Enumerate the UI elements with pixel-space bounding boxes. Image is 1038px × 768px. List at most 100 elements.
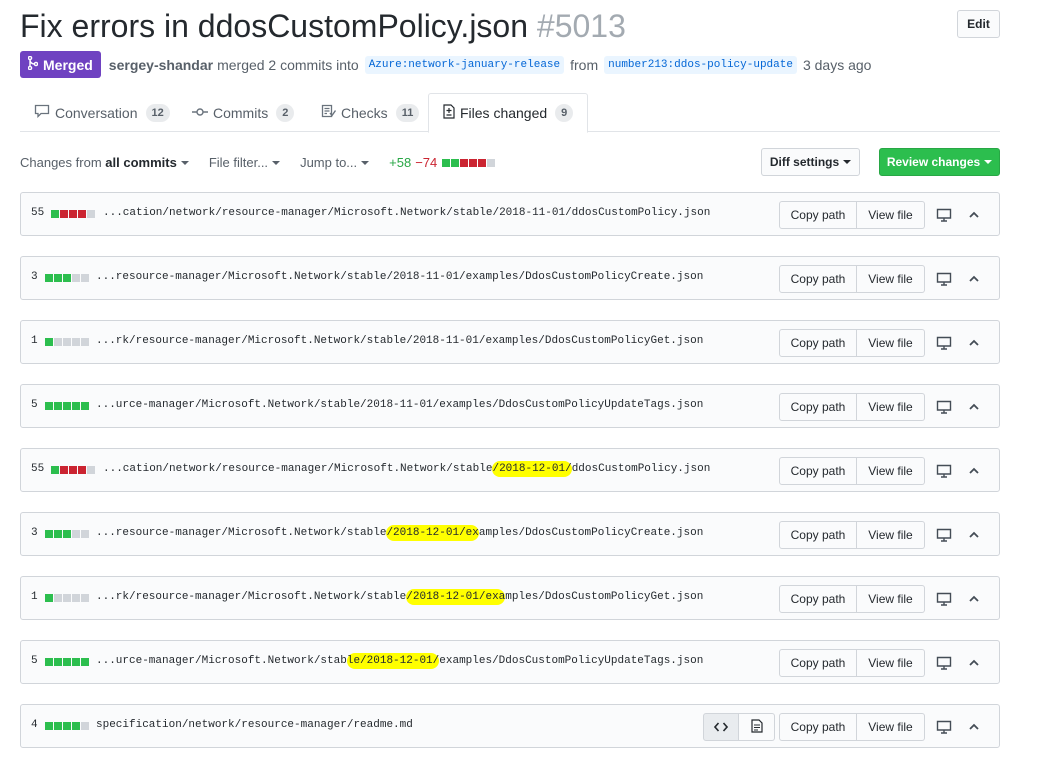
copy-path-button[interactable]: Copy path	[779, 329, 857, 357]
chevron-up-icon[interactable]	[966, 463, 982, 479]
file-path[interactable]: specification/network/resource-manager/r…	[96, 719, 413, 731]
copy-path-button[interactable]: Copy path	[779, 265, 857, 293]
monitor-icon[interactable]	[936, 655, 952, 671]
chevron-up-icon[interactable]	[966, 207, 982, 223]
view-file-button[interactable]: View file	[857, 585, 925, 613]
rich-diff-button[interactable]	[739, 713, 775, 741]
review-changes-button[interactable]: Review changes	[879, 148, 1000, 176]
monitor-icon[interactable]	[936, 591, 952, 607]
file-actions: Copy path View file	[779, 521, 925, 549]
pr-tabs: Conversation 12 Commits 2 Checks 11 File…	[20, 93, 1000, 133]
file-path[interactable]: ...urce-manager/Microsoft.Network/stable…	[96, 399, 703, 411]
view-file-button[interactable]: View file	[857, 329, 925, 357]
file-path-text-end: examples/DdosCustomPolicyUpdateTags.json	[439, 655, 704, 667]
file-path-highlight: /2018-12-01/exa	[406, 589, 506, 605]
tab-commits[interactable]: Commits 2	[178, 93, 308, 132]
view-file-button[interactable]: View file	[857, 265, 925, 293]
file-path[interactable]: ...rk/resource-manager/Microsoft.Network…	[96, 589, 704, 605]
tab-conversation[interactable]: Conversation 12	[20, 93, 184, 132]
copy-path-button[interactable]: Copy path	[779, 585, 857, 613]
file-diff-stat-bar	[45, 274, 90, 282]
file-diff-stat-bar	[45, 338, 90, 346]
diff-settings-label: Diff settings	[769, 155, 840, 169]
tab-files-changed-label: Files changed	[460, 105, 548, 121]
file-actions: Copy path View file	[779, 265, 925, 293]
file-path[interactable]: ...urce-manager/Microsoft.Network/stable…	[96, 653, 704, 669]
file-path[interactable]: ...cation/network/resource-manager/Micro…	[103, 461, 710, 477]
file-path-highlight: le/2018-12-01/	[346, 653, 440, 669]
view-file-button[interactable]: View file	[857, 521, 925, 549]
file-diff-stat-bar	[45, 402, 90, 410]
merge-action-text: merged 2 commits into	[217, 56, 359, 73]
chevron-up-icon[interactable]	[966, 719, 982, 735]
monitor-icon[interactable]	[936, 719, 952, 735]
view-file-button[interactable]: View file	[857, 457, 925, 485]
changes-from-value: all commits	[105, 154, 177, 170]
author-link[interactable]: sergey-shandar	[109, 57, 213, 73]
monitor-icon[interactable]	[936, 463, 952, 479]
head-branch[interactable]: number213:ddos-policy-update	[604, 55, 797, 74]
file-path-text: ...urce-manager/Microsoft.Network/stable…	[96, 399, 704, 411]
copy-path-button[interactable]: Copy path	[779, 457, 857, 485]
file-actions: Copy path View file	[779, 329, 925, 357]
file-diff-stat-bar	[45, 530, 90, 538]
view-file-button[interactable]: View file	[857, 201, 925, 229]
git-merge-icon	[27, 55, 39, 73]
chevron-up-icon[interactable]	[966, 591, 982, 607]
chevron-up-icon[interactable]	[966, 399, 982, 415]
tab-conversation-label: Conversation	[55, 104, 138, 121]
diff-settings-button[interactable]: Diff settings	[761, 148, 860, 176]
checklist-icon	[321, 104, 337, 121]
edit-button[interactable]: Edit	[957, 10, 1000, 38]
copy-path-button[interactable]: Copy path	[779, 649, 857, 677]
file-path-text: ...rk/resource-manager/Microsoft.Network…	[96, 335, 704, 347]
view-file-button[interactable]: View file	[857, 713, 925, 741]
pr-title: Fix errors in ddosCustomPolicy.json #501…	[20, 6, 1000, 46]
copy-path-button[interactable]: Copy path	[779, 201, 857, 229]
tab-checks[interactable]: Checks 11	[307, 93, 433, 132]
copy-path-button[interactable]: Copy path	[779, 713, 857, 741]
monitor-icon[interactable]	[936, 335, 952, 351]
monitor-icon[interactable]	[936, 527, 952, 543]
file-path-text: ...resource-manager/Microsoft.Network/st…	[96, 271, 704, 283]
file-path[interactable]: ...cation/network/resource-manager/Micro…	[103, 207, 710, 219]
view-file-button[interactable]: View file	[857, 393, 925, 421]
source-diff-button[interactable]	[703, 713, 739, 741]
monitor-icon[interactable]	[936, 271, 952, 287]
file-filter-dropdown[interactable]: File filter...	[209, 155, 281, 170]
monitor-icon[interactable]	[936, 207, 952, 223]
deletions-count: −74	[415, 154, 438, 170]
tab-files-changed[interactable]: Files changed 9	[428, 93, 589, 133]
file-path[interactable]: ...resource-manager/Microsoft.Network/st…	[96, 271, 703, 283]
view-file-button[interactable]: View file	[857, 649, 925, 677]
tab-commits-count: 2	[276, 103, 295, 122]
jump-to-dropdown[interactable]: Jump to...	[300, 155, 370, 170]
monitor-icon[interactable]	[936, 399, 952, 415]
chevron-up-icon[interactable]	[966, 335, 982, 351]
file-path-text-end: mples/DdosCustomPolicyGet.json	[505, 591, 704, 603]
comment-icon	[34, 104, 50, 121]
merged-label: Merged	[43, 56, 93, 73]
file-header: 55 ...cation/network/resource-manager/Mic…	[20, 192, 1000, 236]
chevron-up-icon[interactable]	[966, 655, 982, 671]
changes-from-dropdown[interactable]: Changes from all commits	[20, 155, 189, 170]
file-actions: Copy path View file	[779, 201, 925, 229]
file-path-text: ...urce-manager/Microsoft.Network/stab	[96, 655, 347, 667]
chevron-up-icon[interactable]	[966, 527, 982, 543]
review-changes-label: Review changes	[886, 155, 981, 169]
file-path-highlight: /2018-12-01/	[492, 461, 572, 477]
base-branch[interactable]: Azure:network-january-release	[364, 55, 565, 74]
diff-stat-bar	[442, 159, 496, 168]
file-actions: Copy path View file	[779, 649, 925, 677]
file-change-count: 1	[31, 591, 38, 603]
chevron-down-icon	[180, 161, 189, 166]
file-path-text: ...cation/network/resource-manager/Micro…	[103, 463, 493, 475]
file-path[interactable]: ...resource-manager/Microsoft.Network/st…	[96, 525, 703, 541]
additions-count: +58	[389, 154, 412, 170]
file-change-count: 3	[31, 271, 38, 283]
chevron-up-icon[interactable]	[966, 271, 982, 287]
file-header: 3 ...resource-manager/Microsoft.Network/s…	[20, 256, 1000, 300]
copy-path-button[interactable]: Copy path	[779, 521, 857, 549]
file-path[interactable]: ...rk/resource-manager/Microsoft.Network…	[96, 335, 703, 347]
copy-path-button[interactable]: Copy path	[779, 393, 857, 421]
